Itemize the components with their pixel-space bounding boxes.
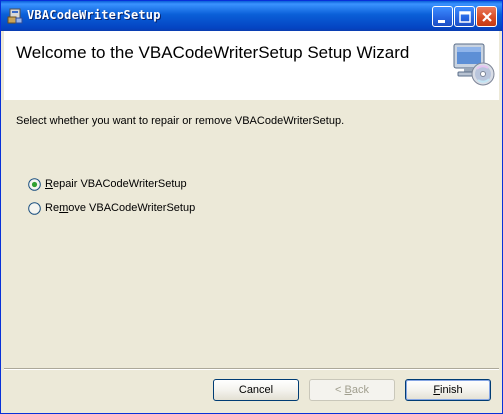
window-title: VBACodeWriterSetup <box>27 8 161 22</box>
close-icon <box>482 12 492 22</box>
remove-label-prefix: Re <box>45 202 60 214</box>
back-button[interactable]: < Back <box>309 379 395 401</box>
title-bar[interactable]: VBACodeWriterSetup <box>1 1 502 31</box>
radio-unselected-icon[interactable] <box>28 202 41 215</box>
remove-option-label: Remove VBACodeWriterSetup <box>45 202 195 214</box>
back-rest: ack <box>351 384 369 396</box>
maximize-button[interactable] <box>454 6 475 27</box>
remove-label-accel: m <box>59 202 69 214</box>
installer-app-icon <box>7 8 23 24</box>
finish-rest: inish <box>440 384 463 396</box>
instruction-text: Select whether you want to repair or rem… <box>16 115 345 127</box>
minimize-icon <box>438 20 445 23</box>
maximize-icon <box>459 11 471 23</box>
radio-selected-icon[interactable] <box>28 178 41 191</box>
repair-option-label: Repair VBACodeWriterSetup <box>45 178 187 190</box>
page-title: Welcome to the VBACodeWriterSetup Setup … <box>16 43 410 62</box>
cancel-button[interactable]: Cancel <box>213 379 299 401</box>
repair-label-accel: R <box>45 178 53 190</box>
computer-cd-icon <box>453 43 495 86</box>
setup-window: VBACodeWriterSetup Welcome to the VBACod… <box>0 0 503 414</box>
finish-button[interactable]: Finish <box>405 379 491 401</box>
wizard-header: Welcome to the VBACodeWriterSetup Setup … <box>4 31 499 100</box>
repair-label-rest: epair VBACodeWriterSetup <box>52 178 187 190</box>
remove-label-rest: ove VBACodeWriterSetup <box>68 202 196 214</box>
back-arrow: < <box>335 384 345 396</box>
close-button[interactable] <box>476 6 497 27</box>
back-accel: B <box>344 384 352 396</box>
header-separator <box>4 99 499 100</box>
minimize-button[interactable] <box>432 6 453 27</box>
footer-divider-highlight <box>4 369 499 370</box>
